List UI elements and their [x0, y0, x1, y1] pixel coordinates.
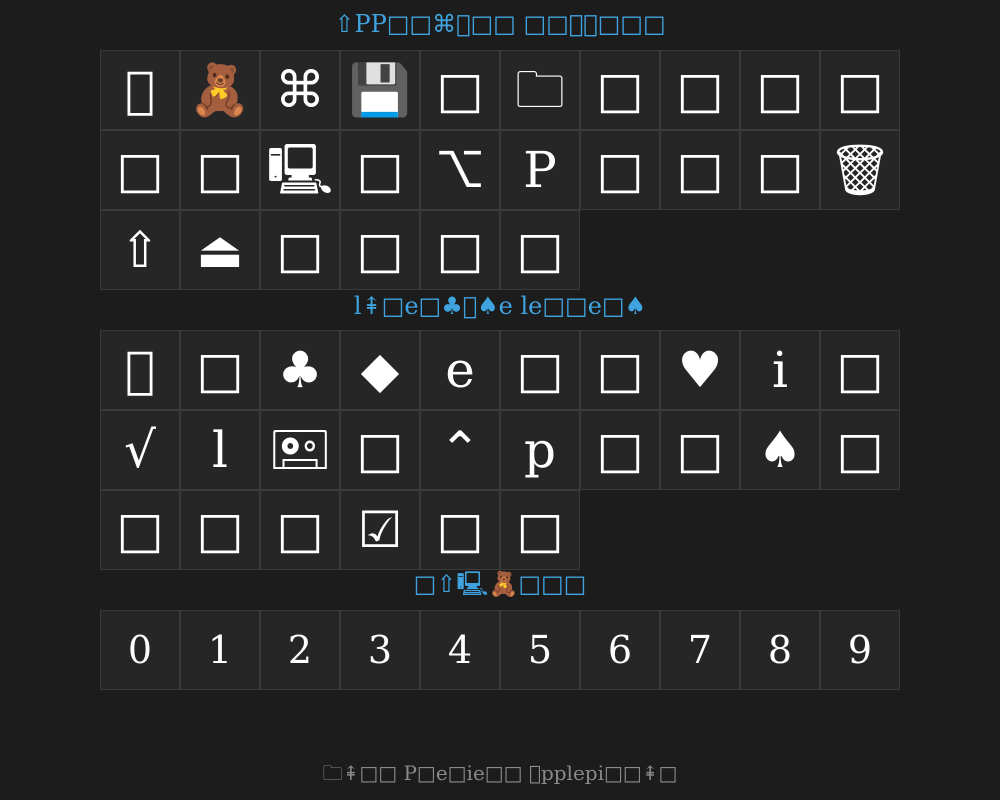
glyph-cell: □	[260, 490, 340, 570]
footer-text: 🗀⇞□□ P□e□ie□□ pplepi□□⇞□	[323, 761, 678, 785]
glyph-cell: ♥	[660, 330, 740, 410]
glyph-cell: □	[180, 330, 260, 410]
glyph-cell: 0	[100, 610, 180, 690]
glyph-cell: □	[260, 210, 340, 290]
glyph-cell: 🖳	[260, 130, 340, 210]
digit-grid: 0123456789	[100, 610, 900, 690]
glyph-cell: □	[340, 210, 420, 290]
glyph-cell: 7	[660, 610, 740, 690]
section1-heading: ⇧PP□□⌘□□ □□🗑🗑□□□	[321, 10, 679, 38]
glyph-cell: □	[340, 130, 420, 210]
glyph-cell: □	[580, 330, 660, 410]
glyph-cell: □	[420, 490, 500, 570]
glyph-cell: □	[180, 130, 260, 210]
section3-heading: □⇧🖳🧸□□□	[413, 570, 587, 598]
glyph-cell: √	[100, 410, 180, 490]
section2-heading: l⇞□e□♣♠e le□□e□♠	[354, 292, 646, 320]
glyph-cell: 5	[500, 610, 580, 690]
section1-glyph-grid: 🧸⌘💾□🗀□□□□□□🖳□⌥P□□□🗑⇧⏏□□□□	[100, 50, 900, 290]
glyph-cell: 🗑	[820, 130, 900, 210]
glyph-cell: 🖭	[260, 410, 340, 490]
glyph-cell: □	[580, 50, 660, 130]
glyph-cell: □	[420, 210, 500, 290]
glyph-cell: 3	[340, 610, 420, 690]
glyph-cell: 	[100, 330, 180, 410]
glyph-cell: p	[500, 410, 580, 490]
glyph-cell: 8	[740, 610, 820, 690]
glyph-cell: □	[500, 490, 580, 570]
glyph-cell: 9	[820, 610, 900, 690]
glyph-cell: □	[420, 50, 500, 130]
glyph-cell: □	[820, 410, 900, 490]
glyph-cell: □	[340, 410, 420, 490]
glyph-cell: □	[180, 490, 260, 570]
glyph-cell: ⌥	[420, 130, 500, 210]
glyph-cell: □	[100, 130, 180, 210]
glyph-cell: 🧸	[180, 50, 260, 130]
glyph-cell: ☑	[340, 490, 420, 570]
glyph-cell: □	[580, 130, 660, 210]
glyph-cell: ⏏	[180, 210, 260, 290]
glyph-cell: ♣	[260, 330, 340, 410]
glyph-cell: 	[100, 50, 180, 130]
glyph-cell: □	[740, 130, 820, 210]
glyph-cell: 4	[420, 610, 500, 690]
glyph-cell: i	[740, 330, 820, 410]
glyph-cell: □	[820, 330, 900, 410]
glyph-cell: ⌃	[420, 410, 500, 490]
glyph-cell: □	[660, 410, 740, 490]
glyph-cell: ◆	[340, 330, 420, 410]
section2-glyph-grid: □♣◆e□□♥i□√l🖭□⌃p□□♠□□□□☑□□	[100, 330, 900, 570]
glyph-cell: ⌘	[260, 50, 340, 130]
glyph-cell: □	[100, 490, 180, 570]
glyph-cell: 🗀	[500, 50, 580, 130]
glyph-cell: □	[500, 210, 580, 290]
glyph-cell: 💾	[340, 50, 420, 130]
glyph-cell: P	[500, 130, 580, 210]
glyph-cell: □	[660, 50, 740, 130]
glyph-cell: □	[500, 330, 580, 410]
glyph-cell: □	[660, 130, 740, 210]
glyph-cell: ⇧	[100, 210, 180, 290]
glyph-cell: □	[740, 50, 820, 130]
glyph-cell: e	[420, 330, 500, 410]
glyph-cell: 6	[580, 610, 660, 690]
glyph-cell: □	[820, 50, 900, 130]
glyph-cell: 2	[260, 610, 340, 690]
glyph-cell: ♠	[740, 410, 820, 490]
glyph-cell: □	[580, 410, 660, 490]
glyph-cell: 1	[180, 610, 260, 690]
glyph-cell: l	[180, 410, 260, 490]
